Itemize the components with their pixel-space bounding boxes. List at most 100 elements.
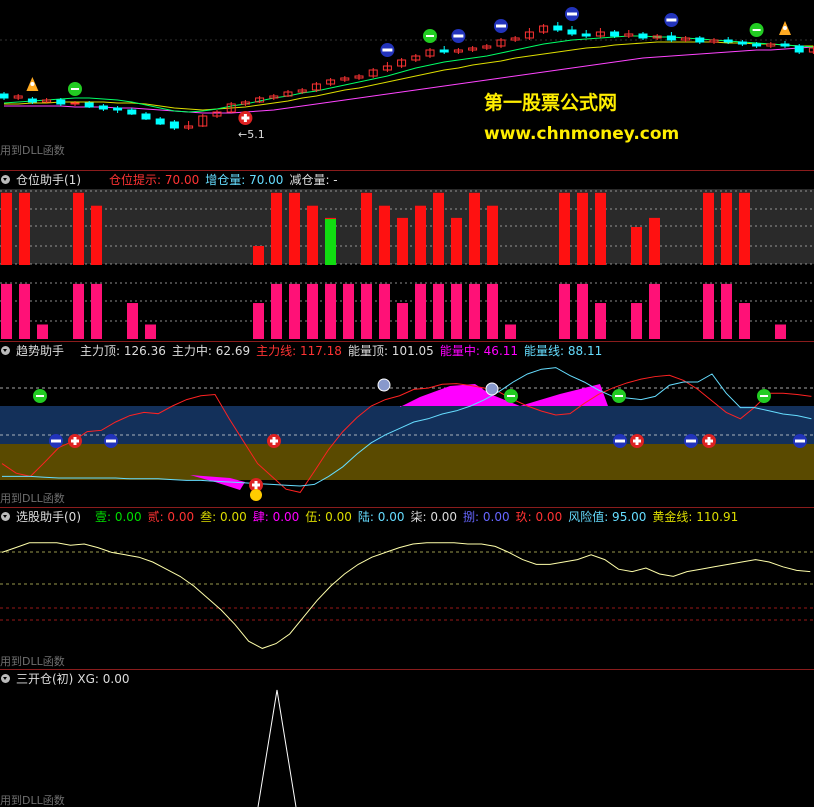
dll-note: 用到DLL函数 bbox=[0, 144, 65, 157]
candle-body bbox=[27, 98, 37, 103]
legend-item: 主力线: 117.18 bbox=[256, 344, 342, 358]
minus-mark-icon bbox=[752, 29, 761, 31]
volume-bar bbox=[505, 324, 516, 339]
rocket-window-icon bbox=[783, 26, 787, 30]
candle-body bbox=[780, 43, 790, 47]
collapse-icon[interactable] bbox=[1, 346, 10, 355]
low-price-label: ←5.1 bbox=[238, 128, 265, 141]
price-chart[interactable] bbox=[0, 0, 814, 170]
lower-zone bbox=[0, 444, 814, 480]
stock-pick-line bbox=[1, 542, 811, 649]
candle-body bbox=[70, 102, 80, 105]
volume-bar bbox=[721, 283, 732, 339]
stock-pick-panel[interactable]: 选股助手(0) 壹: 0.00 贰: 0.00 叁: 0.00 肆: 0.00 伍: 0.… bbox=[0, 508, 814, 669]
volume-bar bbox=[325, 283, 336, 339]
candle-body bbox=[127, 109, 137, 115]
legend-item: 伍: 0.00 bbox=[305, 510, 352, 524]
position-panel[interactable]: 仓位助手(1) 仓位提示: 70.00 增仓量: 70.00 减仓量: - bbox=[0, 171, 814, 341]
volume-bar bbox=[343, 283, 354, 339]
minus-mark-icon bbox=[615, 439, 625, 443]
legend-item: 风险值: 95.00 bbox=[568, 510, 647, 524]
volume-bar bbox=[379, 283, 390, 339]
volume-bar bbox=[289, 283, 300, 339]
candle-body bbox=[553, 25, 563, 31]
candle-body bbox=[752, 43, 762, 47]
candle-body bbox=[113, 107, 123, 111]
candle-body bbox=[169, 121, 179, 129]
volume-bar bbox=[361, 283, 372, 339]
watermark-url: www.chnmoney.com bbox=[484, 124, 680, 144]
watermark-title: 第一股票公式网 bbox=[484, 92, 618, 114]
position-bar bbox=[253, 246, 264, 265]
dll-note: 用到DLL函数 bbox=[0, 794, 65, 807]
legend-item: 柒: 0.00 bbox=[410, 510, 458, 524]
position-bar bbox=[577, 192, 588, 265]
position-bar bbox=[703, 192, 714, 265]
minus-mark-icon bbox=[567, 12, 577, 16]
candle-body bbox=[84, 102, 94, 108]
dll-note: 用到DLL函数 bbox=[0, 492, 65, 505]
legend-item: 肆: 0.00 bbox=[252, 510, 300, 524]
volume-bar bbox=[1, 283, 12, 339]
minus-mark-icon bbox=[496, 24, 506, 28]
minus-mark-icon bbox=[382, 48, 393, 52]
open-position-panel[interactable]: 三开仓(初) XG: 0.00 用到DLL函数 bbox=[0, 670, 814, 807]
sad-face-icon bbox=[377, 378, 391, 392]
candle-body bbox=[666, 35, 676, 41]
volume-bar bbox=[271, 283, 282, 339]
position-bar bbox=[361, 192, 372, 265]
position-bar bbox=[379, 205, 390, 265]
position-bar bbox=[415, 205, 426, 265]
collapse-icon[interactable] bbox=[1, 674, 10, 683]
minus-mark-icon bbox=[507, 395, 515, 397]
volume-bar bbox=[253, 303, 264, 339]
volume-bar bbox=[595, 303, 606, 339]
position-bar bbox=[595, 192, 606, 265]
dll-note: 用到DLL函数 bbox=[0, 655, 65, 668]
volume-bar bbox=[559, 283, 570, 339]
minus-mark-icon bbox=[71, 88, 79, 90]
trend-chart[interactable] bbox=[0, 342, 814, 507]
legend-item: 贰: 0.00 bbox=[147, 510, 195, 524]
position-bar bbox=[271, 192, 282, 265]
position-bar bbox=[1, 192, 12, 265]
increase-bar bbox=[325, 219, 336, 265]
collapse-icon[interactable] bbox=[1, 512, 10, 521]
candle-body bbox=[141, 113, 151, 120]
sad-face-icon bbox=[485, 382, 499, 396]
volume-bar bbox=[19, 283, 30, 339]
position-bar bbox=[631, 227, 642, 265]
candle-body bbox=[56, 99, 66, 105]
minus-mark-icon bbox=[106, 439, 116, 443]
volume-bar bbox=[703, 283, 714, 339]
legend-item: 叁: 0.00 bbox=[200, 510, 247, 524]
minus-mark-icon bbox=[615, 395, 623, 397]
minus-mark-icon bbox=[51, 439, 61, 443]
plus-mark-icon bbox=[73, 437, 77, 445]
legend-item: 能量线: 88.11 bbox=[524, 344, 603, 358]
volume-bar bbox=[469, 283, 480, 339]
candle-body bbox=[0, 93, 9, 99]
price-panel[interactable]: 第一股票公式网 www.chnmoney.com 用到DLL函数 ←5.1 bbox=[0, 0, 814, 170]
candle-body bbox=[98, 105, 108, 110]
collapse-icon[interactable] bbox=[1, 175, 10, 184]
position-bar bbox=[289, 192, 300, 265]
legend-item: 玖: 0.00 bbox=[515, 510, 563, 524]
stock-pick-chart[interactable] bbox=[0, 508, 814, 669]
candle-body bbox=[737, 41, 747, 45]
volume-bar bbox=[37, 324, 48, 339]
candle-body bbox=[610, 31, 620, 37]
position-bar bbox=[397, 217, 408, 265]
volume-bar bbox=[91, 283, 102, 339]
open-position-chart[interactable] bbox=[0, 670, 814, 807]
legend-item: 仓位提示: 70.00 bbox=[109, 173, 200, 187]
minus-mark-icon bbox=[36, 395, 44, 397]
position-chart[interactable] bbox=[0, 171, 814, 341]
candle-body bbox=[155, 118, 165, 125]
position-bar bbox=[559, 192, 570, 265]
rocket-window-icon bbox=[30, 82, 35, 86]
trend-panel[interactable]: 趋势助手 主力顶: 126.36 主力中: 62.69 主力线: 117.18 能量顶:… bbox=[0, 342, 814, 507]
minus-mark-icon bbox=[686, 439, 696, 443]
volume-bar bbox=[433, 283, 444, 339]
volume-bar bbox=[127, 303, 138, 339]
